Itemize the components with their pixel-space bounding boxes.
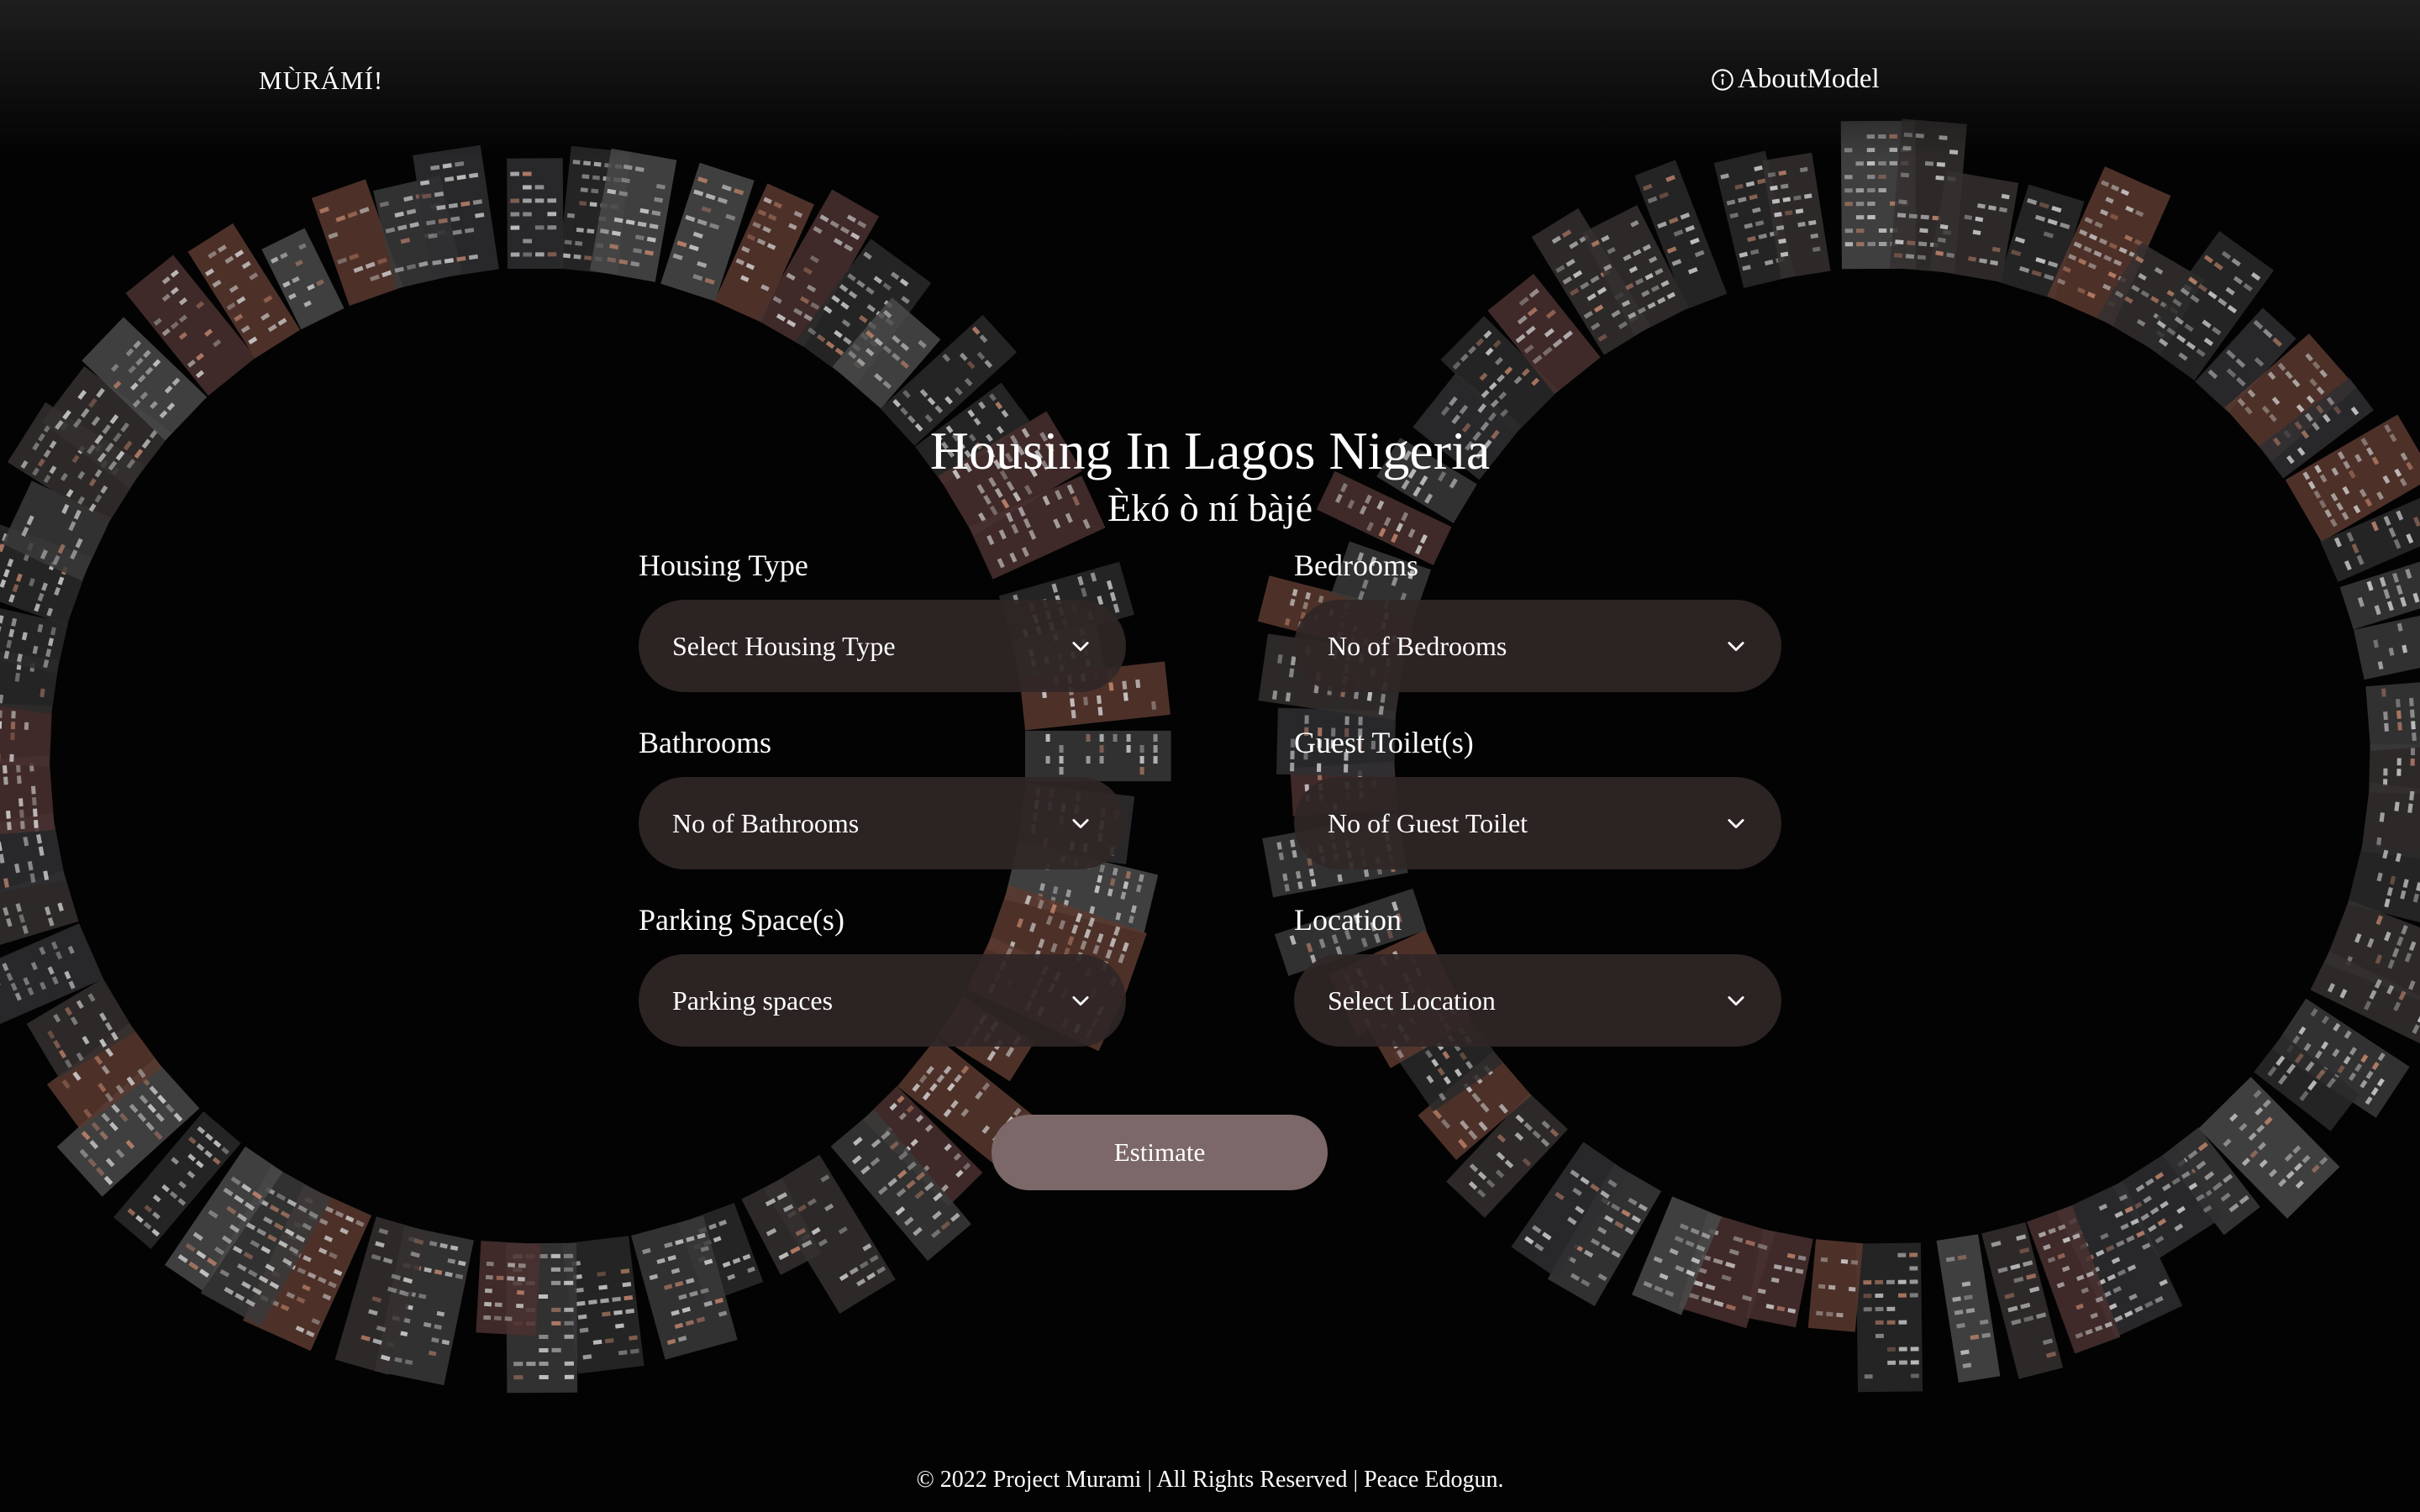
location-label: Location: [1294, 903, 1402, 937]
guest-toilets-select[interactable]: No of Guest Toilet: [1294, 777, 1781, 869]
footer-copyright: © 2022 Project Murami | All Rights Reser…: [916, 1467, 1504, 1493]
about-model-link[interactable]: AboutModel: [1711, 64, 1880, 95]
parking-select[interactable]: Parking spaces: [639, 954, 1126, 1047]
bathrooms-label: Bathrooms: [639, 726, 771, 759]
brand-logo-text[interactable]: MÙRÁMÍ!: [259, 66, 383, 96]
city-ring-left: [0, 144, 1171, 1394]
page-title: Housing In Lagos Nigeria: [929, 421, 1491, 480]
chevron-down-icon: [1728, 996, 1744, 1006]
chevron-down-icon: [1728, 819, 1744, 829]
chevron-down-icon: [1728, 642, 1744, 652]
chevron-down-icon: [1072, 819, 1089, 829]
estimate-button[interactable]: Estimate: [992, 1115, 1328, 1190]
bedrooms-select[interactable]: No of Bedrooms: [1294, 600, 1781, 692]
bathrooms-value: No of Bathrooms: [672, 807, 860, 838]
housing-type-value: Select Housing Type: [672, 630, 896, 661]
housing-type-select[interactable]: Select Housing Type: [639, 600, 1126, 692]
location-value: Select Location: [1328, 984, 1496, 1016]
building-silhouette: [0, 755, 55, 839]
page: MÙRÁMÍ! AboutModel Housing In Lagos Nige…: [0, 0, 2420, 1512]
building-silhouette: [1855, 1242, 1923, 1393]
chevron-down-icon: [1072, 642, 1089, 652]
parking-value: Parking spaces: [672, 984, 834, 1016]
building-silhouette: [1807, 1239, 1864, 1332]
bedrooms-value: No of Bedrooms: [1328, 630, 1507, 661]
location-select[interactable]: Select Location: [1294, 954, 1781, 1047]
building-silhouette: [2365, 677, 2420, 752]
about-model-label: AboutModel: [1738, 64, 1880, 94]
bedrooms-label: Bedrooms: [1294, 549, 1418, 582]
housing-type-label: Housing Type: [639, 549, 808, 582]
page-subtitle: Èkó ò ní bàjé: [1107, 486, 1313, 529]
city-ring-background: [0, 118, 2420, 1394]
parking-label: Parking Space(s): [639, 903, 844, 937]
building-silhouette: [507, 158, 564, 270]
bathrooms-select[interactable]: No of Bathrooms: [639, 777, 1126, 869]
guest-toilets-value: No of Guest Toilet: [1328, 807, 1528, 838]
chevron-down-icon: [1072, 996, 1089, 1006]
building-silhouette: [1024, 730, 1171, 782]
building-silhouette: [476, 1241, 541, 1336]
guest-toilets-label: Guest Toilet(s): [1294, 726, 1474, 759]
info-circle-icon: [1711, 68, 1734, 92]
